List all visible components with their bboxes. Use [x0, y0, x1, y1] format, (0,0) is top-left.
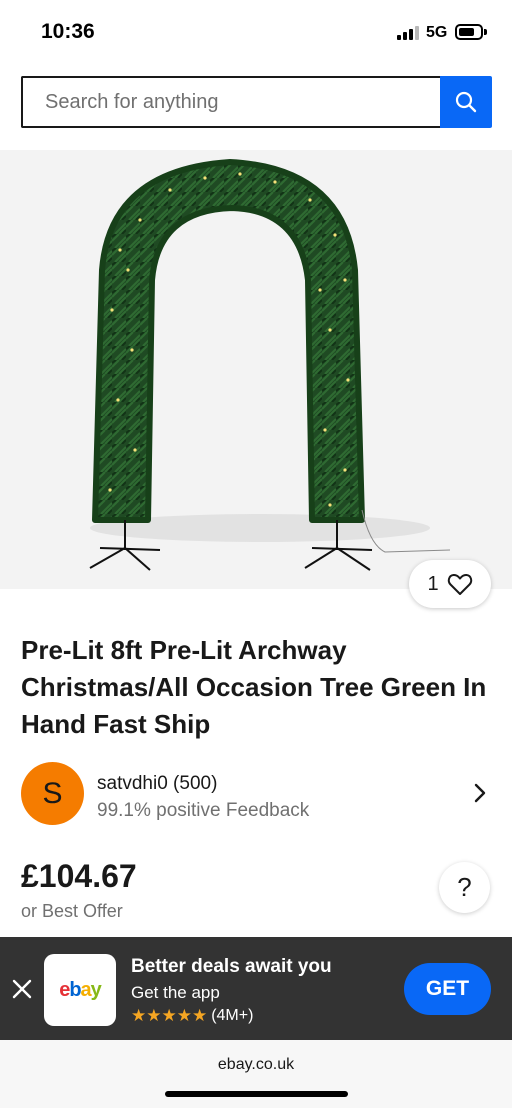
- product-image[interactable]: [0, 150, 512, 589]
- home-indicator[interactable]: [165, 1091, 348, 1097]
- banner-rating: ★★★★★ (4M+): [131, 1006, 253, 1026]
- banner-subtext: Get the app: [131, 983, 220, 1002]
- star-rating-icon: ★★★★★: [131, 1006, 208, 1025]
- status-time: 10:36: [41, 20, 95, 43]
- get-app-button[interactable]: GET: [404, 963, 491, 1015]
- ebay-logo: ebay: [59, 978, 102, 1001]
- price: £104.67: [21, 858, 137, 894]
- search-input[interactable]: [23, 78, 441, 126]
- search-box[interactable]: [21, 76, 441, 128]
- chevron-right-icon: [474, 783, 486, 803]
- best-offer-label: or Best Offer: [21, 901, 123, 921]
- rating-count: (4M+): [211, 1007, 254, 1024]
- search-icon: [455, 91, 477, 113]
- search-button[interactable]: [440, 76, 492, 128]
- status-bar: 10:36 5G: [0, 0, 512, 64]
- close-icon[interactable]: [10, 977, 34, 1001]
- battery-icon: [455, 24, 483, 40]
- seller-row[interactable]: S satvdhi0 (500) 99.1% positive Feedback: [21, 762, 491, 826]
- browser-url-bar[interactable]: ebay.co.uk: [0, 1040, 512, 1108]
- heart-icon: [447, 573, 472, 595]
- url-text: ebay.co.uk: [217, 1056, 295, 1073]
- help-button[interactable]: ?: [439, 862, 490, 913]
- app-install-banner: ebay Better deals await you Get the app …: [0, 937, 512, 1040]
- product-title: Pre-Lit 8ft Pre-Lit Archway Christmas/Al…: [21, 635, 487, 739]
- banner-headline: Better deals await you: [131, 956, 332, 977]
- seller-name: satvdhi0 (500): [97, 773, 218, 794]
- archway-tree-image: [89, 159, 451, 571]
- network-type: 5G: [426, 24, 448, 41]
- avatar: S: [21, 762, 84, 825]
- signal-icon: [397, 26, 421, 40]
- seller-feedback: 99.1% positive Feedback: [97, 800, 310, 821]
- ebay-app-icon: ebay: [44, 954, 116, 1026]
- watch-count: 1: [427, 572, 439, 595]
- battery-tip: [484, 29, 487, 35]
- watch-button[interactable]: 1: [409, 560, 491, 608]
